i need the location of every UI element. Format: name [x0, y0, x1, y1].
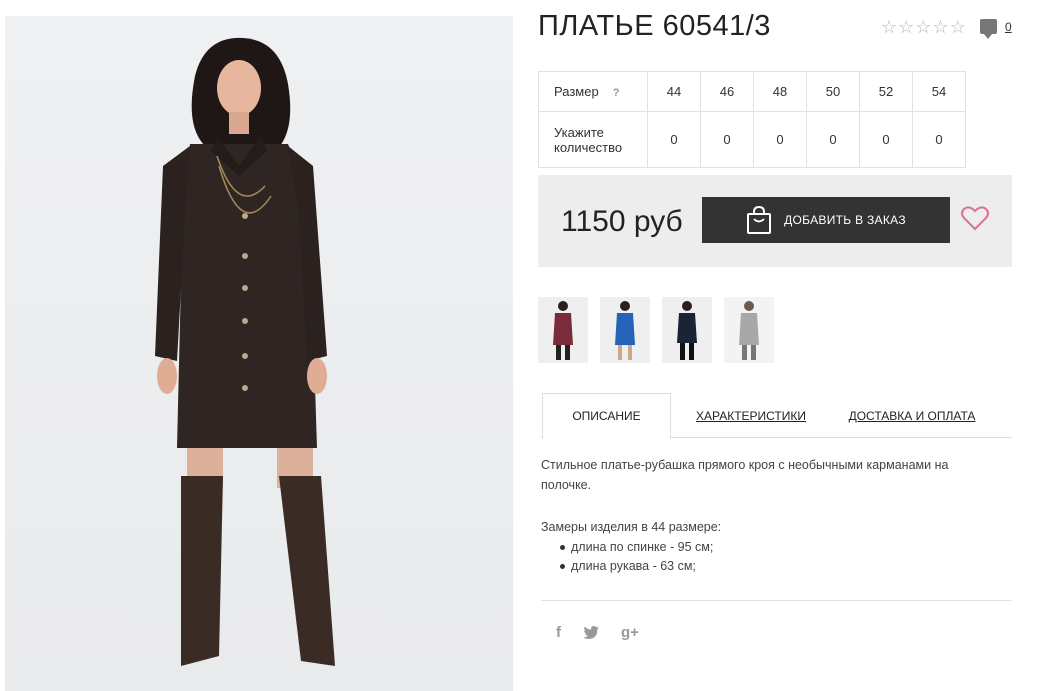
- size-label-cell: Размер?: [538, 71, 648, 112]
- price: 1150 руб: [561, 205, 683, 238]
- quantity-input[interactable]: 0: [753, 111, 807, 168]
- measures-title: Замеры изделия в 44 размере:: [541, 520, 722, 534]
- star-outline-icon[interactable]: ☆: [881, 17, 897, 37]
- heart-outline-icon[interactable]: [961, 205, 989, 231]
- description-text: Стильное платье-рубашка прямого кроя с н…: [541, 458, 949, 492]
- product-title: ПЛАТЬЕ 60541/3: [538, 10, 771, 42]
- twitter-icon[interactable]: [583, 626, 599, 639]
- info-tabs: ОПИСАНИЕ ХАРАКТЕРИСТИКИ ДОСТАВКА И ОПЛАТ…: [541, 393, 1012, 439]
- social-share: f g+: [556, 624, 639, 641]
- tab-delivery-payment[interactable]: ДОСТАВКА И ОПЛАТА: [847, 393, 977, 438]
- size-cell: 52: [859, 71, 913, 112]
- facebook-icon[interactable]: f: [556, 624, 561, 641]
- quantity-label: Укажите количество: [538, 111, 648, 168]
- quantity-input[interactable]: 0: [647, 111, 701, 168]
- size-cell: 46: [700, 71, 754, 112]
- size-cell: 44: [647, 71, 701, 112]
- star-outline-icon[interactable]: ☆: [950, 17, 966, 37]
- thumbnail-variant-blue[interactable]: [600, 297, 650, 363]
- googleplus-icon[interactable]: g+: [621, 624, 639, 641]
- star-outline-icon[interactable]: ☆: [898, 17, 914, 37]
- quantity-input[interactable]: 0: [806, 111, 860, 168]
- list-item: длина рукава - 63 см;: [558, 557, 721, 576]
- rating-stars[interactable]: ☆ ☆ ☆ ☆ ☆: [881, 17, 966, 37]
- star-outline-icon[interactable]: ☆: [915, 17, 931, 37]
- thumbnail-variant-navy[interactable]: [662, 297, 712, 363]
- comment-bubble-icon: [980, 19, 997, 39]
- add-to-order-label: ДОБАВИТЬ В ЗАКАЗ: [784, 213, 906, 227]
- measures-block: Замеры изделия в 44 размере: длина по сп…: [541, 518, 721, 576]
- thumbnail-variant-burgundy[interactable]: [538, 297, 588, 363]
- size-cell: 50: [806, 71, 860, 112]
- comments-count[interactable]: 0: [1005, 20, 1012, 34]
- thumbnail-variant-grey[interactable]: [724, 297, 774, 363]
- quantity-input[interactable]: 0: [700, 111, 754, 168]
- tab-characteristics[interactable]: ХАРАКТЕРИСТИКИ: [689, 393, 813, 438]
- color-variants: [538, 297, 774, 363]
- size-cell: 54: [912, 71, 966, 112]
- quantity-input[interactable]: 0: [912, 111, 966, 168]
- size-cell: 48: [753, 71, 807, 112]
- shopping-bag-icon: [747, 206, 772, 234]
- add-to-order-button[interactable]: ДОБАВИТЬ В ЗАКАЗ: [702, 197, 950, 243]
- list-item: длина по спинке - 95 см;: [558, 538, 721, 557]
- size-label: Размер: [554, 84, 599, 99]
- main-product-photo[interactable]: [5, 16, 513, 691]
- tab-description[interactable]: ОПИСАНИЕ: [542, 393, 671, 439]
- quantity-input[interactable]: 0: [859, 111, 913, 168]
- comments-link[interactable]: 0: [980, 19, 1012, 39]
- question-icon[interactable]: ?: [613, 87, 620, 99]
- buy-panel: 1150 руб ДОБАВИТЬ В ЗАКАЗ: [538, 175, 1012, 267]
- star-outline-icon[interactable]: ☆: [932, 17, 948, 37]
- divider: [541, 600, 1012, 601]
- measures-list: длина по спинке - 95 см; длина рукава - …: [558, 538, 721, 576]
- size-quantity-table: Размер? 44 46 48 50 52 54 Укажите количе…: [538, 71, 966, 168]
